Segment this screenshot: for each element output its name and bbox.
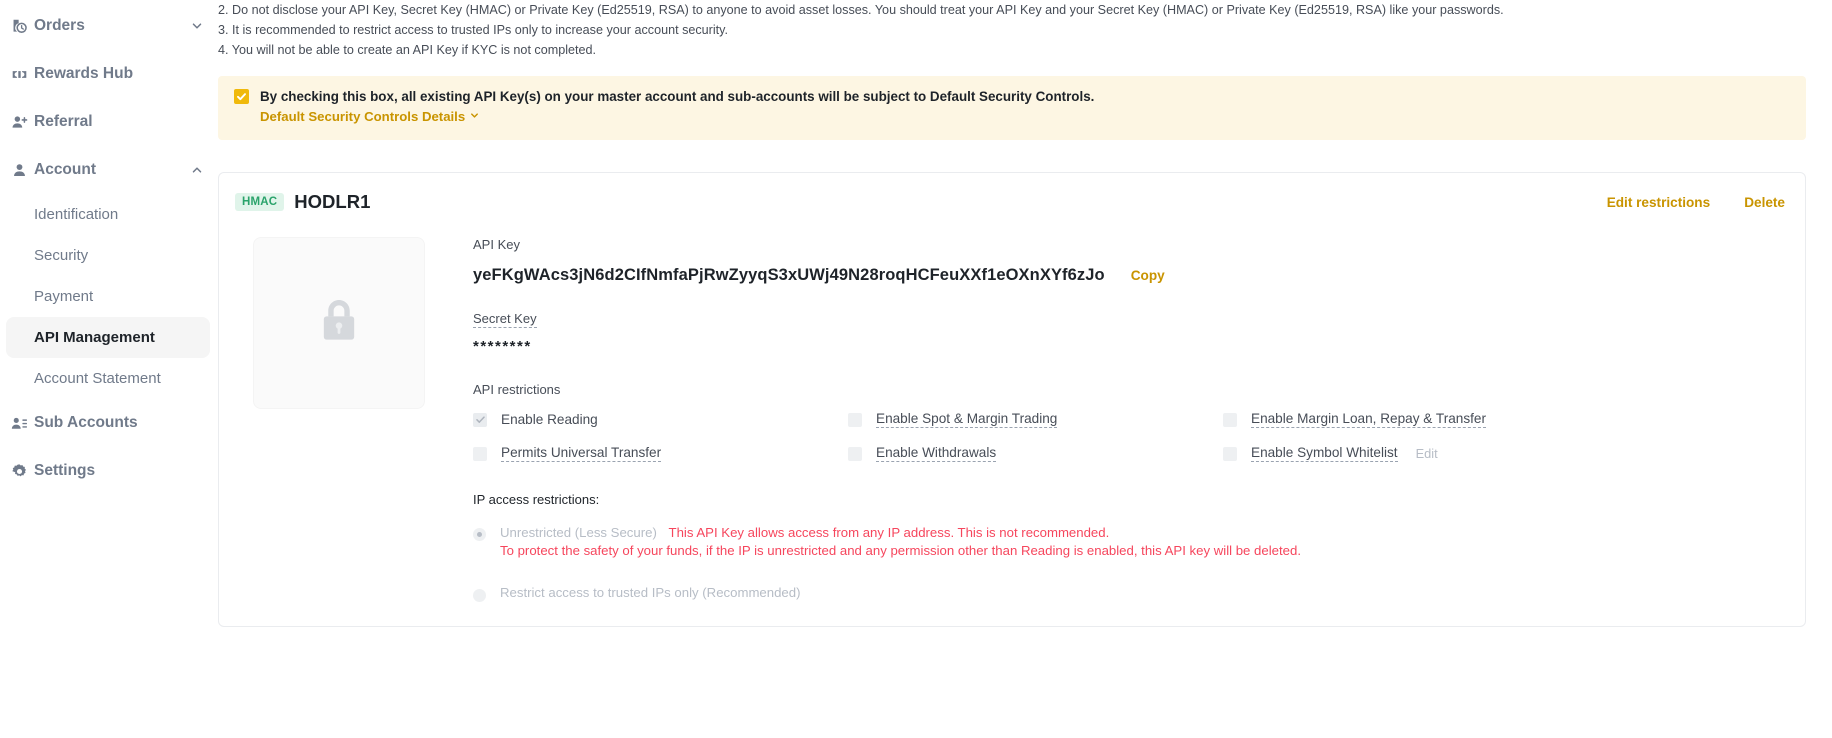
gear-icon xyxy=(8,463,30,480)
restriction-enable-spot-margin-trading[interactable]: Enable Spot & Margin Trading xyxy=(848,411,1223,428)
restriction-enable-symbol-whitelist[interactable]: Enable Symbol Whitelist Edit xyxy=(1223,445,1785,462)
page-title: HODLR1 xyxy=(294,191,371,212)
restriction-label: Enable Symbol Whitelist xyxy=(1251,445,1398,462)
users-list-icon xyxy=(8,415,30,432)
checkbox[interactable] xyxy=(473,412,487,427)
checkbox[interactable] xyxy=(848,412,862,427)
ticket-icon xyxy=(8,66,30,83)
ip-option-warning: This API Key allows access from any IP a… xyxy=(668,525,1110,540)
sidebar-item-sub-accounts[interactable]: Sub Accounts xyxy=(0,399,218,447)
sidebar-item-label: Rewards Hub xyxy=(34,65,134,82)
ip-option-restricted[interactable]: Restrict access to trusted IPs only (Rec… xyxy=(473,585,1785,602)
sidebar-item-referral[interactable]: Referral xyxy=(0,98,218,146)
secret-key-value: ******** xyxy=(473,338,532,355)
note-line: 2. Do not disclose your API Key, Secret … xyxy=(218,3,1504,17)
ip-option-unrestricted[interactable]: Unrestricted (Less Secure) This API Key … xyxy=(473,524,1785,560)
default-security-controls-details-link[interactable]: Default Security Controls Details xyxy=(260,109,480,124)
default-security-controls-checkbox[interactable] xyxy=(234,89,249,104)
copy-api-key-button[interactable]: Copy xyxy=(1131,268,1165,283)
note-line: 3. It is recommended to restrict access … xyxy=(218,23,729,37)
sidebar-item-account[interactable]: Account xyxy=(0,146,218,194)
user-plus-icon xyxy=(8,114,30,131)
secret-key-label: Secret Key xyxy=(473,311,537,328)
sidebar-sub-label: API Management xyxy=(34,329,155,346)
api-key-label: API Key xyxy=(473,237,520,252)
sidebar: Orders Rewards Hub Referral Account Iden… xyxy=(0,0,218,738)
sidebar-item-label: Orders xyxy=(34,17,85,34)
restriction-label: Enable Reading xyxy=(501,412,598,427)
sidebar-sub-label: Identification xyxy=(34,206,119,223)
ip-option-label: Restrict access to trusted IPs only (Rec… xyxy=(500,585,801,600)
api-notes-list: 2. Do not disclose your API Key, Secret … xyxy=(218,0,1832,60)
banner-text: By checking this box, all existing API K… xyxy=(260,89,1095,104)
api-restrictions-label: API restrictions xyxy=(473,382,561,397)
chevron-down-icon xyxy=(469,109,480,124)
note-line: 4. You will not be able to create an API… xyxy=(218,43,597,57)
restriction-permits-universal-transfer[interactable]: Permits Universal Transfer xyxy=(473,445,848,462)
sidebar-sub-label: Account Statement xyxy=(34,370,161,387)
api-key-card: HMAC HODLR1 Edit restrictions Delete API… xyxy=(218,172,1806,627)
checkbox[interactable] xyxy=(1223,412,1237,427)
restriction-enable-reading[interactable]: Enable Reading xyxy=(473,411,848,428)
api-restrictions-grid: Enable Reading Enable Spot & Margin Trad… xyxy=(473,411,1785,462)
sidebar-item-rewards-hub[interactable]: Rewards Hub xyxy=(0,50,218,98)
radio-button[interactable] xyxy=(473,589,486,602)
sidebar-item-orders[interactable]: Orders xyxy=(0,2,218,50)
check-icon xyxy=(475,416,485,423)
restriction-label: Permits Universal Transfer xyxy=(501,445,662,462)
main-content: 2. Do not disclose your API Key, Secret … xyxy=(218,0,1832,738)
sidebar-item-settings[interactable]: Settings xyxy=(0,447,218,495)
chevron-up-icon[interactable] xyxy=(190,163,204,177)
radio-button[interactable] xyxy=(473,528,486,541)
status-badge: HMAC xyxy=(235,193,285,211)
sidebar-item-label: Account xyxy=(34,161,96,178)
check-icon xyxy=(237,93,246,101)
orders-clock-icon xyxy=(8,18,30,35)
sidebar-item-account-statement[interactable]: Account Statement xyxy=(6,358,210,399)
chevron-down-icon[interactable] xyxy=(190,19,204,33)
sidebar-item-security[interactable]: Security xyxy=(6,235,210,276)
qr-placeholder xyxy=(253,237,425,409)
sidebar-item-identification[interactable]: Identification xyxy=(6,194,210,235)
ip-option-label: Unrestricted (Less Secure) xyxy=(500,525,657,540)
checkbox[interactable] xyxy=(848,446,862,461)
sidebar-item-label: Referral xyxy=(34,113,93,130)
api-management-page: Orders Rewards Hub Referral Account Iden… xyxy=(0,0,1832,738)
checkbox[interactable] xyxy=(473,446,487,461)
restriction-label: Enable Margin Loan, Repay & Transfer xyxy=(1251,411,1487,428)
restriction-label: Enable Spot & Margin Trading xyxy=(876,411,1058,428)
edit-restrictions-button[interactable]: Edit restrictions xyxy=(1607,195,1711,210)
banner-link-label: Default Security Controls Details xyxy=(260,109,466,124)
api-key-fields: API Key yeFKgWAcs3jN6d2CIfNmfaPjRwZyyqS3… xyxy=(473,237,1785,602)
user-icon xyxy=(8,162,30,179)
restriction-label: Enable Withdrawals xyxy=(876,445,997,462)
delete-button[interactable]: Delete xyxy=(1744,195,1785,210)
sidebar-item-label: Settings xyxy=(34,462,96,479)
secret-key-label-text[interactable]: Secret Key xyxy=(473,311,537,328)
sidebar-sub-label: Payment xyxy=(34,288,94,305)
sidebar-sub-label: Security xyxy=(34,247,89,264)
sidebar-item-payment[interactable]: Payment xyxy=(6,276,210,317)
checkbox[interactable] xyxy=(1223,446,1237,461)
api-key-value: yeFKgWAcs3jN6d2CIfNmfaPjRwZyyqS3xUWj49N2… xyxy=(473,266,1105,284)
sidebar-item-api-management[interactable]: API Management xyxy=(6,317,210,358)
card-actions: Edit restrictions Delete xyxy=(1607,195,1785,210)
lock-icon xyxy=(311,293,367,354)
ip-option-warning-second-line: To protect the safety of your funds, if … xyxy=(500,543,1301,558)
restriction-enable-withdrawals[interactable]: Enable Withdrawals xyxy=(848,445,1223,462)
ip-access-restrictions-label: IP access restrictions: xyxy=(473,492,600,507)
restriction-enable-margin-loan-repay-transfer[interactable]: Enable Margin Loan, Repay & Transfer xyxy=(1223,411,1785,428)
edit-symbol-whitelist-button[interactable]: Edit xyxy=(1416,446,1438,461)
sidebar-item-label: Sub Accounts xyxy=(34,414,138,431)
default-security-controls-banner: By checking this box, all existing API K… xyxy=(218,76,1806,140)
api-key-card-header: HMAC HODLR1 Edit restrictions Delete xyxy=(235,191,1785,213)
